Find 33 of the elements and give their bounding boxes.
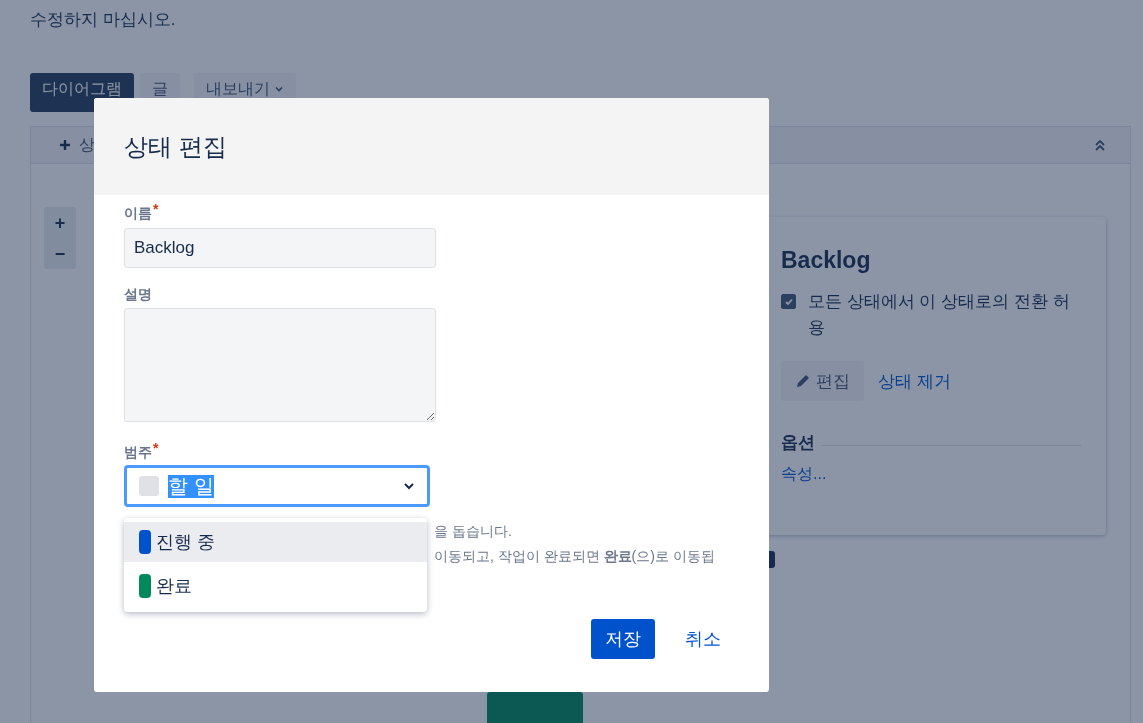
zoom-out-button[interactable]: − [54, 244, 66, 263]
field-label: 설명 [124, 286, 152, 304]
required-mark: * [153, 201, 159, 219]
field-label: 범주 [124, 444, 152, 462]
help-text: 이동되고, 작업이 완료되면 완료(으)로 이동됩 [434, 547, 715, 566]
status-title: Backlog [781, 246, 872, 275]
field-label: 이름 [124, 205, 152, 223]
chevron-icon [403, 480, 415, 492]
checkbox-label: 모든 상태에서 이 상태로의 전환 허용 [808, 291, 1071, 339]
dropdown-option[interactable]: 완료 [124, 566, 427, 606]
description-field[interactable] [124, 308, 436, 422]
diagram-node[interactable] [487, 692, 583, 723]
check-icon [783, 296, 794, 307]
category-select[interactable]: 할 일 [124, 465, 430, 507]
cancel-link[interactable]: 취소 [685, 627, 721, 651]
dropdown-option[interactable]: 진행 중 [124, 522, 427, 562]
name-field[interactable]: Backlog [124, 228, 436, 268]
category-swatch [139, 476, 159, 496]
dialog-title: 상태 편집 [124, 131, 227, 162]
plus-icon [59, 139, 71, 151]
checkbox[interactable] [781, 294, 796, 309]
pencil-icon [795, 373, 811, 389]
description-text: 수정하지 마십시오. [30, 9, 177, 31]
add-status-button[interactable]: 상 [59, 134, 95, 156]
edit-button[interactable]: 편집 [781, 361, 864, 401]
collapse-icon[interactable] [1094, 138, 1106, 152]
remove-status-link[interactable]: 상태 제거 [878, 369, 951, 393]
save-button[interactable]: 저장 [591, 619, 655, 659]
required-mark: * [153, 440, 159, 458]
help-text: 을 돕습니다. [434, 522, 512, 541]
options-heading: 옵션 [781, 432, 815, 454]
properties-link[interactable]: 속성... [781, 464, 1106, 485]
zoom-in-button[interactable]: + [54, 213, 66, 232]
